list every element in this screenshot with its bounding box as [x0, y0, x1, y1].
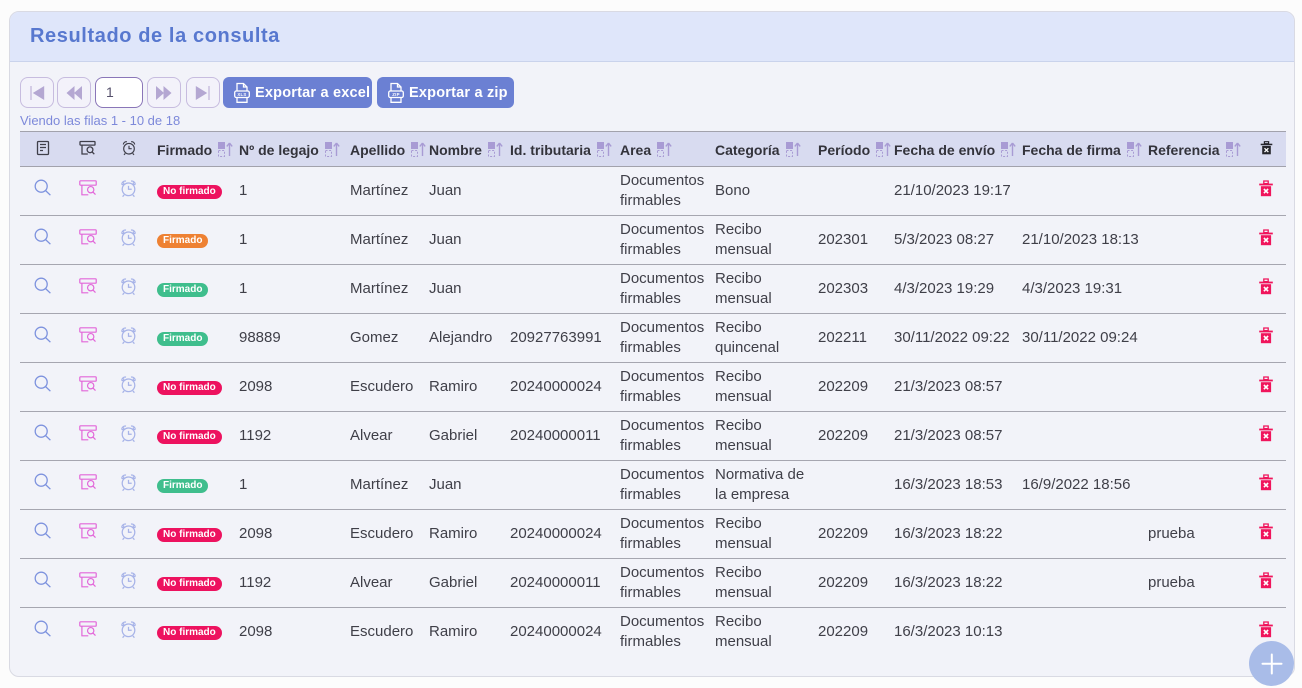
svg-text:XLS: XLS — [237, 92, 246, 97]
svg-text:ZIP: ZIP — [392, 92, 399, 97]
